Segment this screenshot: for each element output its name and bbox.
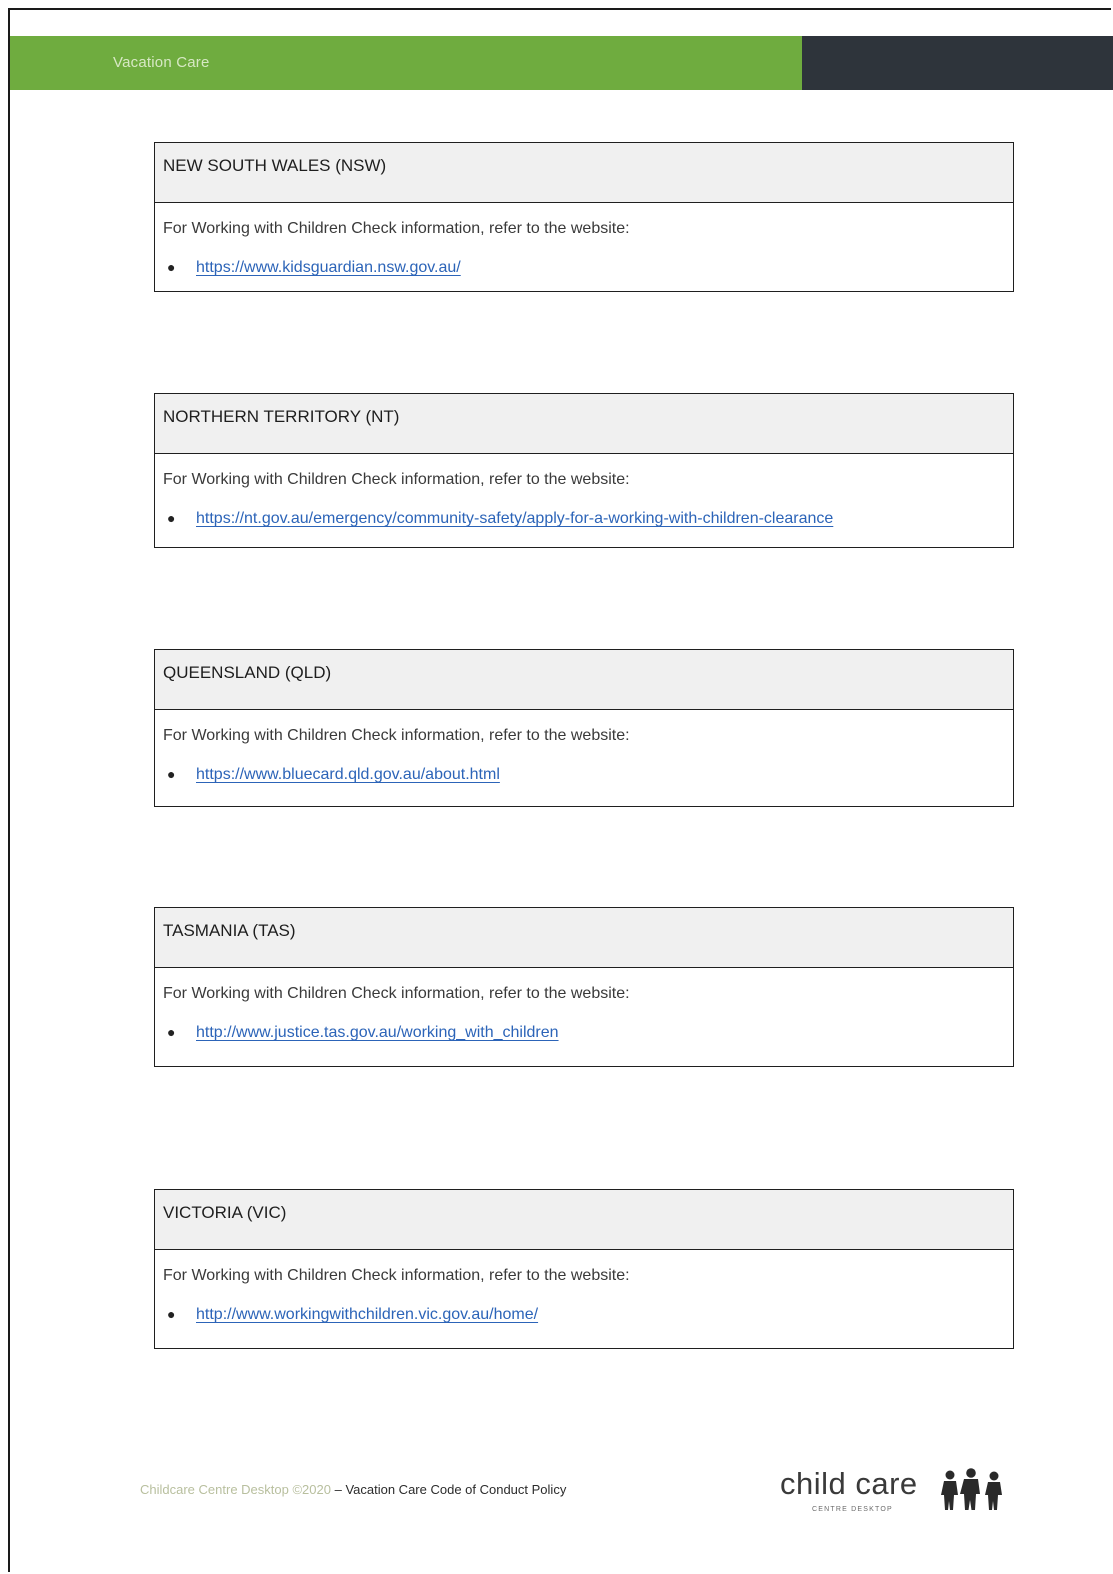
section-heading: QUEENSLAND (QLD) [155, 650, 1013, 710]
nt-link[interactable]: https://nt.gov.au/emergency/community-sa… [196, 510, 833, 527]
section-intro: For Working with Children Check informat… [163, 220, 630, 237]
section-nt: NORTHERN TERRITORY (NT) For Working with… [154, 393, 1014, 548]
section-nsw: NEW SOUTH WALES (NSW) For Working with C… [154, 142, 1014, 292]
child-care-logo: child care CENTRE DESKTOP [780, 1462, 1020, 1542]
section-vic: VICTORIA (VIC) For Working with Children… [154, 1189, 1014, 1349]
footer: Childcare Centre Desktop ©2020 – Vacatio… [140, 1482, 566, 1497]
bullet-icon: ● [167, 1306, 176, 1322]
list-item: ● https://www.kidsguardian.nsw.gov.au/ [163, 255, 1013, 279]
children-silhouette-icon [941, 1468, 1002, 1510]
section-intro: For Working with Children Check informat… [163, 985, 630, 1002]
header-title: Vacation Care [113, 54, 210, 71]
logo-tagline: CENTRE DESKTOP [812, 1506, 893, 1513]
section-heading: NEW SOUTH WALES (NSW) [155, 143, 1013, 203]
section-heading: VICTORIA (VIC) [155, 1190, 1013, 1250]
footer-policy-title: Vacation Care Code of Conduct Policy [345, 1482, 567, 1497]
list-item: ● http://www.justice.tas.gov.au/working_w… [163, 1020, 1013, 1044]
vic-link[interactable]: http://www.workingwithchildren.vic.gov.a… [196, 1306, 538, 1323]
footer-separator: – [330, 1482, 346, 1497]
qld-link[interactable]: https://www.bluecard.qld.gov.au/about.ht… [196, 766, 500, 783]
list-item: ● http://www.workingwithchildren.vic.gov.… [163, 1302, 1013, 1326]
section-qld: QUEENSLAND (QLD) For Working with Childr… [154, 649, 1014, 807]
header-dark-block [802, 36, 1113, 90]
footer-copyright: Childcare Centre Desktop ©2020 [140, 1482, 331, 1497]
nsw-link[interactable]: https://www.kidsguardian.nsw.gov.au/ [196, 259, 461, 276]
section-heading: NORTHERN TERRITORY (NT) [155, 394, 1013, 454]
list-item: ● https://nt.gov.au/emergency/community-s… [163, 506, 1013, 530]
section-intro: For Working with Children Check informat… [163, 471, 630, 488]
bullet-icon: ● [167, 510, 176, 526]
tas-link[interactable]: http://www.justice.tas.gov.au/working_wi… [196, 1024, 559, 1041]
section-heading: TASMANIA (TAS) [155, 908, 1013, 968]
logo-wordmark: child care [780, 1466, 918, 1501]
bullet-icon: ● [167, 259, 176, 275]
section-intro: For Working with Children Check informat… [163, 1267, 630, 1284]
section-tas: TASMANIA (TAS) For Working with Children… [154, 907, 1014, 1067]
list-item: ● https://www.bluecard.qld.gov.au/about.h… [163, 762, 1013, 786]
section-intro: For Working with Children Check informat… [163, 727, 630, 744]
bullet-icon: ● [167, 766, 176, 782]
bullet-icon: ● [167, 1024, 176, 1040]
